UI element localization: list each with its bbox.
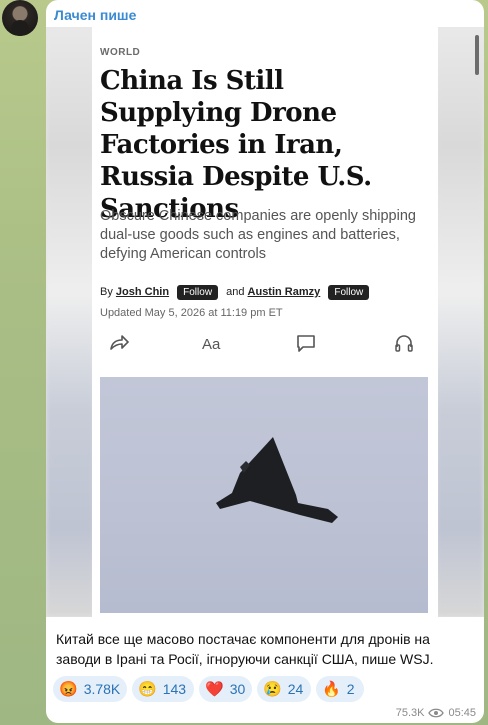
text-size-icon: Aa [202,336,221,353]
byline-and: and [226,286,245,298]
author-link-2: Austin Ramzy [247,286,321,298]
heart-emoji-icon: ❤️ [205,681,224,698]
message-meta: 75.3K 05:45 [396,707,476,719]
reaction-count: 2 [346,681,355,697]
reaction-heart[interactable]: ❤️ 30 [199,676,252,702]
reaction-count: 3.78K [83,681,121,697]
byline-prefix: By [100,286,113,298]
follow-button-1: Follow [177,285,219,300]
author-link-1: Josh Chin [115,286,170,298]
message-bubble: Лачен пише WORLD China Is Still Supplyin… [46,0,484,723]
image-blur-right [436,27,484,617]
article-dek: Obscure Chinese companies are openly shi… [100,208,416,262]
article-headline: China Is Still Supplying Drone Factories… [100,66,372,224]
reaction-cry[interactable]: 😢 24 [257,676,311,702]
reaction-count: 30 [229,681,246,697]
message-caption: Китай все ще масово постачає компоненти … [56,631,434,667]
article-updated: Updated May 5, 2026 at 11:19 pm ET [100,307,283,319]
channel-avatar[interactable] [2,0,38,36]
reaction-grin[interactable]: 😁 143 [132,676,194,702]
view-count: 75.3K [395,707,425,719]
message-image[interactable]: WORLD China Is Still Supplying Drone Fac… [46,27,484,617]
article-toolbar: Aa [92,329,438,357]
cry-emoji-icon: 😢 [263,681,282,698]
article-section: WORLD [100,47,141,58]
reaction-count: 143 [162,681,187,697]
image-blur-left [46,27,94,617]
article-screenshot: WORLD China Is Still Supplying Drone Fac… [92,27,479,617]
grin-emoji-icon: 😁 [138,681,157,698]
reaction-angry[interactable]: 😡 3.78K [53,676,127,702]
drone-silhouette [216,437,338,523]
angry-emoji-icon: 😡 [59,681,78,698]
headphones-icon [395,335,413,352]
article-byline: By Josh Chin Follow and Austin Ramzy Fol… [100,285,374,300]
follow-button-2: Follow [328,285,370,300]
reaction-count: 24 [287,681,304,697]
svg-text:Aa: Aa [202,336,221,353]
author-name[interactable]: Лачен пише [54,7,136,23]
reaction-fire[interactable]: 🔥 2 [316,676,364,702]
fire-emoji-icon: 🔥 [322,681,341,698]
message-time: 05:45 [448,707,476,719]
eye-icon [428,708,445,718]
share-icon [110,335,129,350]
scrollbar [475,35,479,75]
comment-icon [297,335,315,352]
drone-photo [100,377,428,613]
